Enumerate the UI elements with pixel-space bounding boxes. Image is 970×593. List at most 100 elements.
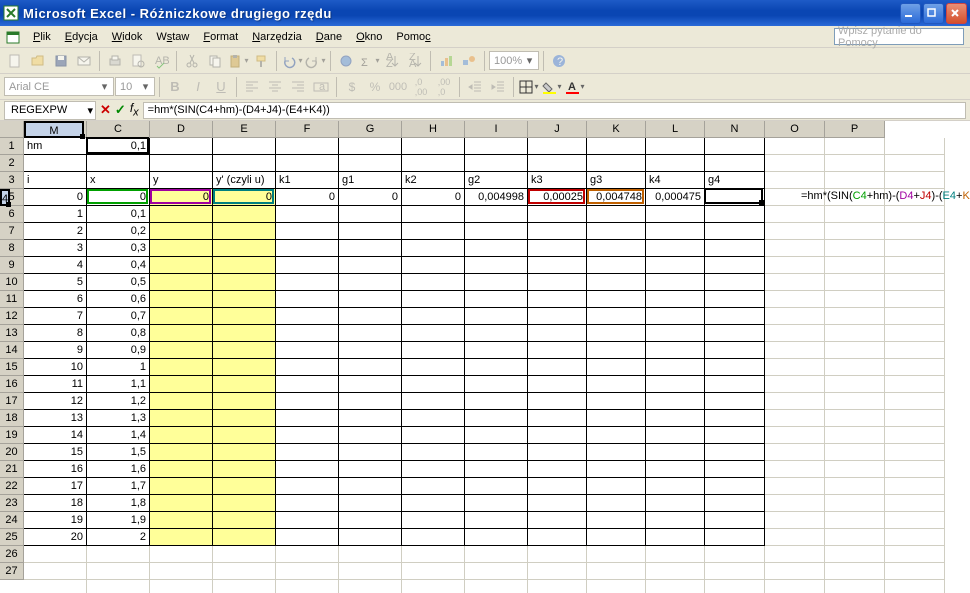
cell-B24[interactable]: 20 bbox=[24, 529, 87, 546]
cell-C25[interactable] bbox=[87, 546, 150, 563]
cell-E18[interactable] bbox=[213, 427, 276, 444]
row-header-24[interactable]: 24 bbox=[0, 512, 24, 529]
cell-G15[interactable] bbox=[339, 376, 402, 393]
cell-C11[interactable]: 0,7 bbox=[87, 308, 150, 325]
cell-B20[interactable]: 16 bbox=[24, 461, 87, 478]
cell-N6[interactable] bbox=[765, 223, 825, 240]
cell-L11[interactable] bbox=[646, 308, 705, 325]
cell-L10[interactable] bbox=[646, 291, 705, 308]
cell-D13[interactable] bbox=[150, 342, 213, 359]
cell-B17[interactable]: 13 bbox=[24, 410, 87, 427]
cell-O13[interactable] bbox=[825, 342, 885, 359]
cell-L15[interactable] bbox=[646, 376, 705, 393]
cell-B23[interactable]: 19 bbox=[24, 512, 87, 529]
cell-M27[interactable] bbox=[705, 580, 765, 593]
cell-P10[interactable] bbox=[885, 291, 945, 308]
row-header-22[interactable]: 22 bbox=[0, 478, 24, 495]
cell-G5[interactable] bbox=[339, 206, 402, 223]
cell-O3[interactable] bbox=[825, 172, 885, 189]
col-header-G[interactable]: G bbox=[339, 121, 402, 138]
cell-P8[interactable] bbox=[885, 257, 945, 274]
cell-O7[interactable] bbox=[825, 240, 885, 257]
cell-B13[interactable]: 9 bbox=[24, 342, 87, 359]
cell-P15[interactable] bbox=[885, 376, 945, 393]
row-header-1[interactable]: 1 bbox=[0, 138, 24, 155]
cell-K6[interactable] bbox=[587, 223, 646, 240]
cell-G10[interactable] bbox=[339, 291, 402, 308]
align-center-icon[interactable] bbox=[264, 76, 286, 98]
cell-B16[interactable]: 12 bbox=[24, 393, 87, 410]
cell-J10[interactable] bbox=[528, 291, 587, 308]
cell-D9[interactable] bbox=[150, 274, 213, 291]
cell-J1[interactable] bbox=[528, 138, 587, 155]
cell-E9[interactable] bbox=[213, 274, 276, 291]
formula-input[interactable]: =hm*(SIN(C4+hm)-(D4+J4)-(E4+K4)) bbox=[143, 102, 966, 119]
cell-N22[interactable] bbox=[765, 495, 825, 512]
cell-K16[interactable] bbox=[587, 393, 646, 410]
cell-G12[interactable] bbox=[339, 325, 402, 342]
cell-J9[interactable] bbox=[528, 274, 587, 291]
cell-J22[interactable] bbox=[528, 495, 587, 512]
cell-M12[interactable] bbox=[705, 325, 765, 342]
cell-I16[interactable] bbox=[465, 393, 528, 410]
cell-I14[interactable] bbox=[465, 359, 528, 376]
cell-P12[interactable] bbox=[885, 325, 945, 342]
cell-C19[interactable]: 1,5 bbox=[87, 444, 150, 461]
cell-H3[interactable]: k2 bbox=[402, 172, 465, 189]
cell-M7[interactable] bbox=[705, 240, 765, 257]
cell-K27[interactable] bbox=[587, 580, 646, 593]
cell-B27[interactable] bbox=[24, 580, 87, 593]
cell-O6[interactable] bbox=[825, 223, 885, 240]
cell-I20[interactable] bbox=[465, 461, 528, 478]
cell-P21[interactable] bbox=[885, 478, 945, 495]
cell-L8[interactable] bbox=[646, 257, 705, 274]
row-header-2[interactable]: 2 bbox=[0, 155, 24, 172]
menu-plik[interactable]: Plik bbox=[26, 28, 58, 46]
cell-O9[interactable] bbox=[825, 274, 885, 291]
decrease-decimal-icon[interactable]: ,00,0 bbox=[433, 76, 455, 98]
cell-N13[interactable] bbox=[765, 342, 825, 359]
cell-J15[interactable] bbox=[528, 376, 587, 393]
cell-H12[interactable] bbox=[402, 325, 465, 342]
cell-C24[interactable]: 2 bbox=[87, 529, 150, 546]
cell-L20[interactable] bbox=[646, 461, 705, 478]
cell-E26[interactable] bbox=[213, 563, 276, 580]
cell-E4[interactable]: 0 bbox=[213, 189, 276, 206]
cell-N11[interactable] bbox=[765, 308, 825, 325]
cell-K5[interactable] bbox=[587, 206, 646, 223]
cell-L18[interactable] bbox=[646, 427, 705, 444]
cell-D14[interactable] bbox=[150, 359, 213, 376]
cell-E12[interactable] bbox=[213, 325, 276, 342]
cell-N19[interactable] bbox=[765, 444, 825, 461]
cell-O1[interactable] bbox=[825, 138, 885, 155]
cell-F7[interactable] bbox=[276, 240, 339, 257]
cell-G18[interactable] bbox=[339, 427, 402, 444]
cell-I12[interactable] bbox=[465, 325, 528, 342]
cell-B11[interactable]: 7 bbox=[24, 308, 87, 325]
zoom-combo[interactable]: 100%▾ bbox=[489, 51, 539, 70]
cell-O2[interactable] bbox=[825, 155, 885, 172]
cell-L21[interactable] bbox=[646, 478, 705, 495]
cell-H19[interactable] bbox=[402, 444, 465, 461]
cell-D25[interactable] bbox=[150, 546, 213, 563]
cell-M6[interactable] bbox=[705, 223, 765, 240]
cell-M4[interactable] bbox=[705, 189, 765, 206]
cell-O26[interactable] bbox=[825, 563, 885, 580]
cell-L1[interactable] bbox=[646, 138, 705, 155]
cell-C21[interactable]: 1,7 bbox=[87, 478, 150, 495]
cell-E23[interactable] bbox=[213, 512, 276, 529]
cell-J20[interactable] bbox=[528, 461, 587, 478]
cell-K22[interactable] bbox=[587, 495, 646, 512]
cell-N12[interactable] bbox=[765, 325, 825, 342]
cell-I26[interactable] bbox=[465, 563, 528, 580]
help-icon[interactable]: ? bbox=[548, 50, 570, 72]
col-header-D[interactable]: D bbox=[150, 121, 213, 138]
cell-O8[interactable] bbox=[825, 257, 885, 274]
cell-I7[interactable] bbox=[465, 240, 528, 257]
cell-O5[interactable] bbox=[825, 206, 885, 223]
cell-N15[interactable] bbox=[765, 376, 825, 393]
cell-L5[interactable] bbox=[646, 206, 705, 223]
row-header-14[interactable]: 14 bbox=[0, 342, 24, 359]
fill-color-icon[interactable]: ▾ bbox=[541, 76, 563, 98]
cell-L9[interactable] bbox=[646, 274, 705, 291]
